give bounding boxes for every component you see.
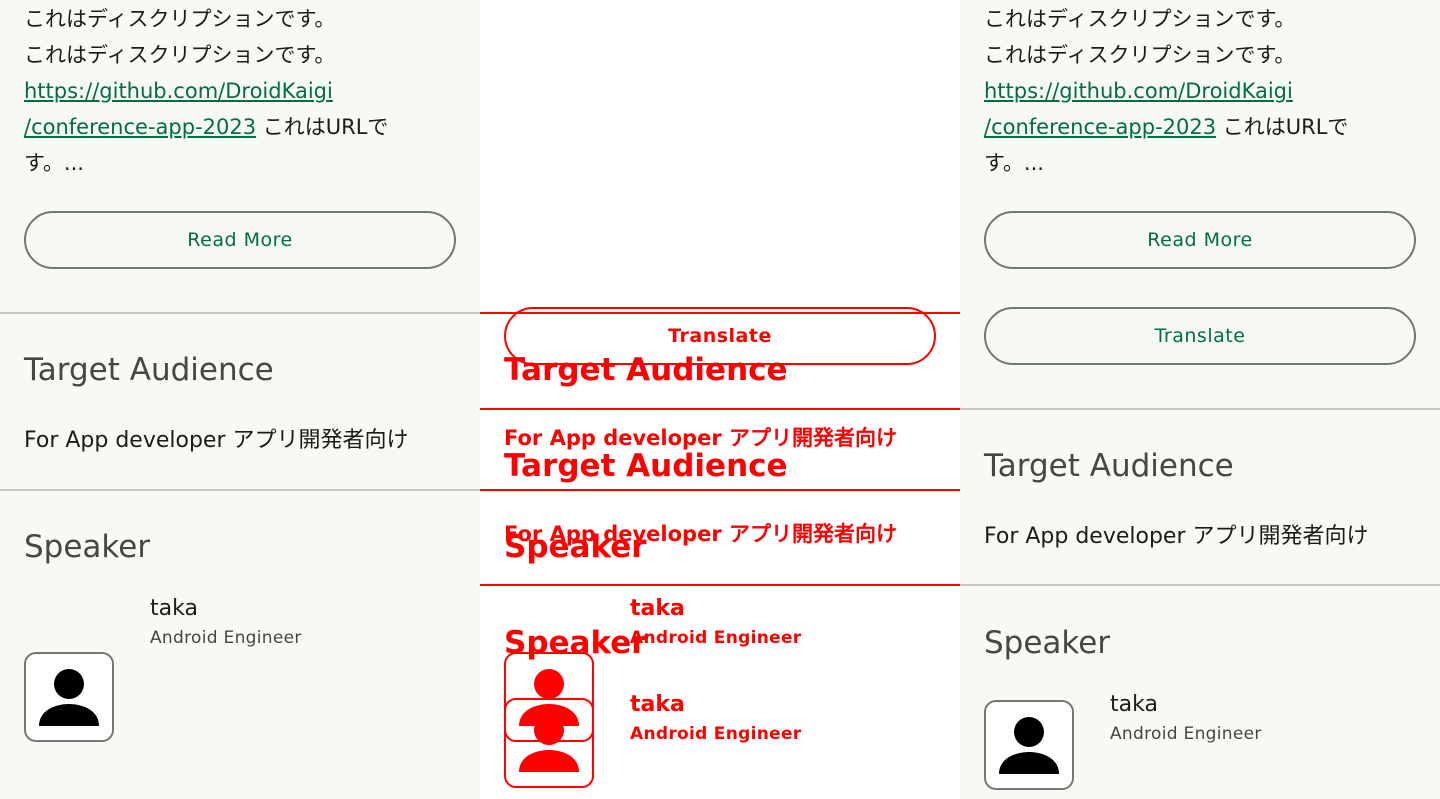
diff-speaker-avatar: [504, 698, 594, 788]
description-line: す。...: [984, 151, 1044, 175]
speaker-title: Speaker: [984, 625, 1111, 661]
speaker-role: Android Engineer: [150, 628, 302, 648]
description-url-line: https://github.com/DroidKaigi: [24, 73, 333, 109]
diff-divider: [480, 584, 960, 586]
screenshot-diff: Translate Target Audience For App develo…: [480, 0, 960, 799]
description-text: これはURLで: [256, 115, 389, 139]
divider: [960, 584, 1440, 586]
speaker-avatar: [984, 700, 1074, 790]
speaker-name: taka: [150, 596, 198, 621]
description-line: これはディスクリプションです。: [24, 7, 336, 31]
read-more-button[interactable]: Read More: [24, 211, 456, 269]
person-icon: [39, 669, 99, 726]
target-audience-body: For App developer アプリ開発者向け: [984, 524, 1369, 549]
diff-target-audience-title: Target Audience: [504, 448, 788, 484]
diff-speaker-name: taka: [630, 692, 685, 717]
divider: [960, 408, 1440, 410]
description-line: す。...: [24, 151, 84, 175]
target-audience-title: Target Audience: [24, 352, 274, 388]
description-line: これはディスクリプションです。: [984, 43, 1296, 67]
person-icon: [999, 717, 1059, 774]
diff-target-audience-title: Target Audience: [504, 352, 788, 388]
diff-speaker-title: Speaker: [504, 529, 647, 565]
description-url-line: https://github.com/DroidKaigi: [984, 73, 1293, 109]
screenshot-after: これはディスクリプションです。 これはディスクリプションです。 https://…: [960, 0, 1440, 799]
diff-speaker-name: taka: [630, 596, 685, 621]
description-line: これはディスクリプションです。: [984, 7, 1296, 31]
diff-divider: [480, 408, 960, 410]
person-icon: [519, 715, 579, 772]
github-link[interactable]: https://github.com/DroidKaigi: [24, 79, 333, 103]
diff-divider: [480, 489, 960, 491]
description-line: これはディスクリプションです。: [24, 43, 336, 67]
speaker-role: Android Engineer: [1110, 724, 1262, 744]
github-link[interactable]: /conference-app-2023: [24, 115, 256, 139]
target-audience-title: Target Audience: [984, 448, 1234, 484]
speaker-title: Speaker: [24, 529, 151, 565]
description-text: これはURLで: [1216, 115, 1349, 139]
divider: [0, 312, 480, 314]
speaker-avatar: [24, 652, 114, 742]
screenshot-before: これはディスクリプションです。 これはディスクリプションです。 https://…: [0, 0, 480, 799]
github-link[interactable]: https://github.com/DroidKaigi: [984, 79, 1293, 103]
description-url-line: /conference-app-2023 これはURLで: [24, 109, 388, 145]
target-audience-body: For App developer アプリ開発者向け: [24, 428, 409, 453]
diff-speaker-role: Android Engineer: [630, 724, 802, 744]
speaker-name: taka: [1110, 692, 1158, 717]
github-link[interactable]: /conference-app-2023: [984, 115, 1216, 139]
read-more-button[interactable]: Read More: [984, 211, 1416, 269]
divider: [0, 489, 480, 491]
translate-button[interactable]: Translate: [984, 307, 1416, 365]
description-url-line: /conference-app-2023 これはURLで: [984, 109, 1348, 145]
diff-speaker-role: Android Engineer: [630, 628, 802, 648]
